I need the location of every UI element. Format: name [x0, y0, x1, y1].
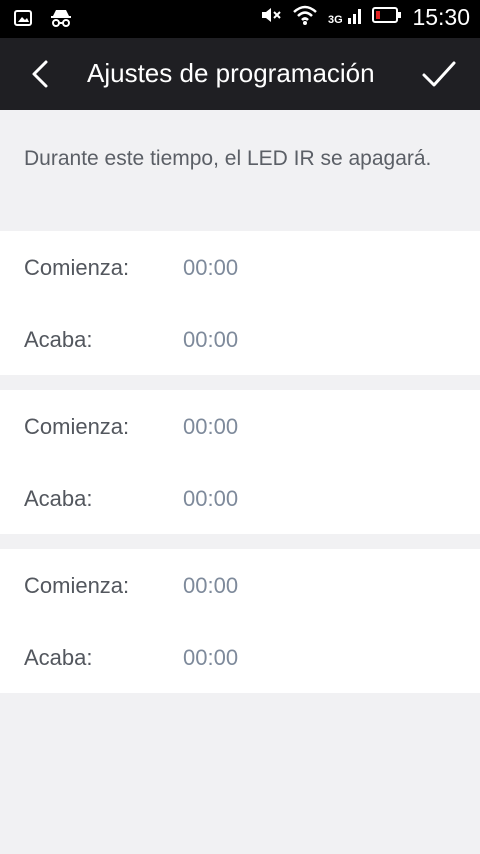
- back-chevron-icon: [24, 60, 60, 96]
- schedule-group-2: Comienza: 00:00 Acaba: 00:00: [0, 390, 480, 534]
- back-button[interactable]: [24, 56, 60, 92]
- header-bar: Ajustes de programación: [0, 38, 480, 110]
- confirm-button[interactable]: [420, 56, 458, 92]
- start-time-row[interactable]: Comienza: 00:00: [0, 549, 480, 621]
- end-time-value[interactable]: 00:00: [183, 645, 238, 671]
- schedule-description: Durante este tiempo, el LED IR se apagar…: [24, 147, 432, 170]
- page-title: Ajustes de programación: [87, 58, 375, 88]
- end-time-value[interactable]: 00:00: [183, 327, 238, 353]
- start-time-row[interactable]: Comienza: 00:00: [0, 231, 480, 303]
- start-time-value[interactable]: 00:00: [183, 255, 238, 281]
- incognito-icon: [50, 8, 72, 33]
- start-label: Comienza:: [24, 414, 130, 439]
- end-time-row[interactable]: Acaba: 00:00: [0, 621, 480, 693]
- schedule-group-1: Comienza: 00:00 Acaba: 00:00: [0, 231, 480, 375]
- status-bar-left: [14, 8, 72, 33]
- start-time-row[interactable]: Comienza: 00:00: [0, 390, 480, 462]
- schedule-group-3: Comienza: 00:00 Acaba: 00:00: [0, 549, 480, 693]
- start-label: Comienza:: [24, 255, 130, 280]
- check-icon: [420, 61, 458, 96]
- start-label: Comienza:: [24, 573, 130, 598]
- signal-3g-icon: 3G: [328, 4, 362, 31]
- end-time-row[interactable]: Acaba: 00:00: [0, 462, 480, 534]
- end-time-row[interactable]: Acaba: 00:00: [0, 303, 480, 375]
- end-label: Acaba:: [24, 486, 93, 511]
- mute-icon: [260, 5, 282, 30]
- status-bar-right: 3G 15:30: [260, 4, 470, 31]
- end-time-value[interactable]: 00:00: [183, 486, 238, 512]
- end-label: Acaba:: [24, 327, 93, 352]
- status-bar: 3G 15:30: [0, 0, 480, 38]
- image-icon: [14, 9, 32, 32]
- status-time: 15:30: [412, 4, 470, 30]
- svg-text:3G: 3G: [328, 14, 343, 26]
- battery-icon: [372, 5, 402, 30]
- wifi-icon: [292, 4, 318, 31]
- start-time-value[interactable]: 00:00: [183, 414, 238, 440]
- start-time-value[interactable]: 00:00: [183, 573, 238, 599]
- end-label: Acaba:: [24, 645, 93, 670]
